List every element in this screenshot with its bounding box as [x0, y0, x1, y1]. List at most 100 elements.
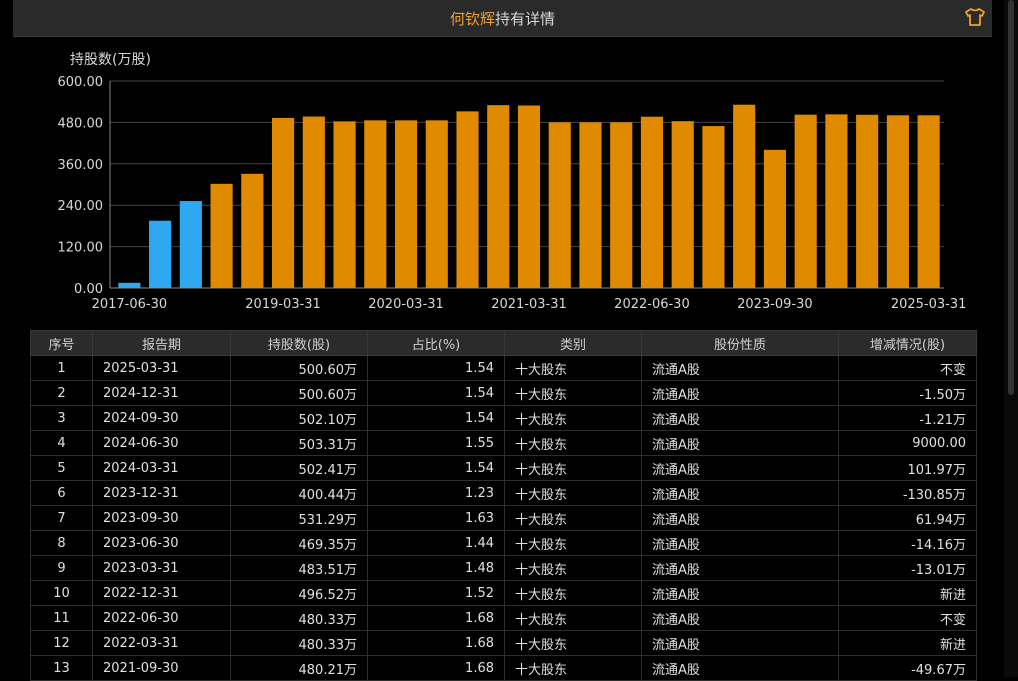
- col-header-index[interactable]: 序号: [30, 330, 93, 356]
- row-pct: 1.54: [367, 405, 505, 431]
- bar[interactable]: [856, 114, 879, 288]
- row-category: 十大股东: [504, 505, 642, 531]
- bar[interactable]: [610, 122, 633, 288]
- col-header-category[interactable]: 类别: [504, 330, 642, 356]
- bar[interactable]: [548, 122, 571, 289]
- row-index: 1: [30, 355, 93, 381]
- bar[interactable]: [118, 282, 141, 288]
- col-header-date[interactable]: 报告期: [92, 330, 231, 356]
- row-pct: 1.54: [367, 355, 505, 381]
- row-index: 8: [30, 530, 93, 556]
- row-date: 2023-12-31: [92, 480, 231, 506]
- row-index: 9: [30, 555, 93, 581]
- scrollbar-thumb[interactable]: [1008, 0, 1014, 395]
- bar[interactable]: [517, 105, 541, 289]
- table-row[interactable]: 8 2023-06-30 469.35万 1.44 十大股东 流通A股 -14.16万: [30, 530, 977, 556]
- table-row[interactable]: 2 2024-12-31 500.60万 1.54 十大股东 流通A股 -1.50万: [30, 380, 977, 406]
- row-category: 十大股东: [504, 530, 642, 556]
- row-category: 十大股东: [504, 380, 642, 406]
- table-row[interactable]: 1 2025-03-31 500.60万 1.54 十大股东 流通A股 不变: [30, 355, 977, 381]
- row-pct: 1.55: [367, 430, 505, 456]
- bar[interactable]: [333, 121, 356, 289]
- row-change: -13.01万: [838, 555, 977, 581]
- bar[interactable]: [272, 117, 295, 288]
- row-category: 十大股东: [504, 405, 642, 431]
- row-pct: 1.63: [367, 505, 505, 531]
- bar[interactable]: [702, 126, 725, 288]
- row-index: 10: [30, 580, 93, 606]
- row-date: 2024-12-31: [92, 380, 231, 406]
- col-header-pct[interactable]: 占比(%): [367, 330, 505, 356]
- row-pct: 1.54: [367, 455, 505, 481]
- row-index: 3: [30, 405, 93, 431]
- bar[interactable]: [794, 114, 817, 288]
- row-change: -14.16万: [838, 530, 977, 556]
- col-header-change[interactable]: 增减情况(股): [838, 330, 977, 356]
- table-row[interactable]: 11 2022-06-30 480.33万 1.68 十大股东 流通A股 不变: [30, 605, 977, 631]
- table-row[interactable]: 3 2024-09-30 502.10万 1.54 十大股东 流通A股 -1.21万: [30, 405, 977, 431]
- bar[interactable]: [733, 104, 756, 288]
- title-suffix: 持有详情: [495, 10, 556, 28]
- row-date: 2024-03-31: [92, 455, 231, 481]
- row-pct: 1.23: [367, 480, 505, 506]
- bar[interactable]: [456, 111, 479, 288]
- bar[interactable]: [917, 115, 940, 288]
- table-row[interactable]: 5 2024-03-31 502.41万 1.54 十大股东 流通A股 101.97万: [30, 455, 977, 481]
- table-row[interactable]: 9 2023-03-31 483.51万 1.48 十大股东 流通A股 -13.01万: [30, 555, 977, 581]
- bar[interactable]: [149, 220, 172, 288]
- row-shares: 400.44万: [230, 480, 368, 506]
- row-nature: 流通A股: [641, 380, 839, 406]
- y-tick-label: 600.00: [58, 75, 104, 90]
- row-date: 2025-03-31: [92, 355, 231, 381]
- row-change: 101.97万: [838, 455, 977, 481]
- row-nature: 流通A股: [641, 455, 839, 481]
- row-nature: 流通A股: [641, 580, 839, 606]
- row-change: -130.85万: [838, 480, 977, 506]
- bar[interactable]: [640, 116, 664, 289]
- bar[interactable]: [364, 120, 387, 288]
- table-row[interactable]: 12 2022-03-31 480.33万 1.68 十大股东 流通A股 新进: [30, 630, 977, 656]
- row-index: 4: [30, 430, 93, 456]
- col-header-nature[interactable]: 股份性质: [641, 330, 839, 356]
- row-pct: 1.48: [367, 555, 505, 581]
- row-date: 2024-09-30: [92, 405, 231, 431]
- bar[interactable]: [179, 201, 202, 288]
- bar[interactable]: [886, 115, 909, 288]
- y-tick-label: 240.00: [58, 199, 104, 214]
- scrollbar[interactable]: [1004, 0, 1018, 677]
- row-shares: 500.60万: [230, 380, 368, 406]
- bar[interactable]: [671, 121, 694, 288]
- bar[interactable]: [302, 116, 325, 288]
- row-nature: 流通A股: [641, 430, 839, 456]
- col-header-shares[interactable]: 持股数(股): [230, 330, 368, 356]
- row-pct: 1.68: [367, 605, 505, 631]
- row-shares: 469.35万: [230, 530, 368, 556]
- bar[interactable]: [241, 173, 264, 288]
- bar[interactable]: [210, 183, 233, 288]
- row-date: 2022-12-31: [92, 580, 231, 606]
- table-row[interactable]: 10 2022-12-31 496.52万 1.52 十大股东 流通A股 新进: [30, 580, 977, 606]
- row-pct: 1.44: [367, 530, 505, 556]
- row-date: 2024-06-30: [92, 430, 231, 456]
- table-header-row: 序号 报告期 持股数(股) 占比(%) 类别 股份性质 增减情况(股): [30, 330, 977, 356]
- table-row[interactable]: 6 2023-12-31 400.44万 1.23 十大股东 流通A股 -130.85万: [30, 480, 977, 506]
- row-nature: 流通A股: [641, 555, 839, 581]
- shirt-icon[interactable]: [964, 7, 986, 27]
- row-pct: 1.68: [367, 630, 505, 656]
- holding-table: 序号 报告期 持股数(股) 占比(%) 类别 股份性质 增减情况(股) 1 202…: [30, 330, 977, 681]
- row-index: 12: [30, 630, 93, 656]
- bar[interactable]: [763, 149, 786, 288]
- row-category: 十大股东: [504, 480, 642, 506]
- row-date: 2023-09-30: [92, 505, 231, 531]
- bar[interactable]: [394, 120, 418, 288]
- table-row[interactable]: 4 2024-06-30 503.31万 1.55 十大股东 流通A股 9000.00: [30, 430, 977, 456]
- bar[interactable]: [825, 114, 848, 288]
- row-nature: 流通A股: [641, 530, 839, 556]
- row-shares: 503.31万: [230, 430, 368, 456]
- row-category: 十大股东: [504, 605, 642, 631]
- table-row[interactable]: 7 2023-09-30 531.29万 1.63 十大股东 流通A股 61.94万: [30, 505, 977, 531]
- bar[interactable]: [487, 105, 510, 289]
- bar[interactable]: [425, 120, 448, 288]
- x-tick-label: 2022-06-30: [614, 297, 690, 312]
- bar[interactable]: [579, 122, 602, 288]
